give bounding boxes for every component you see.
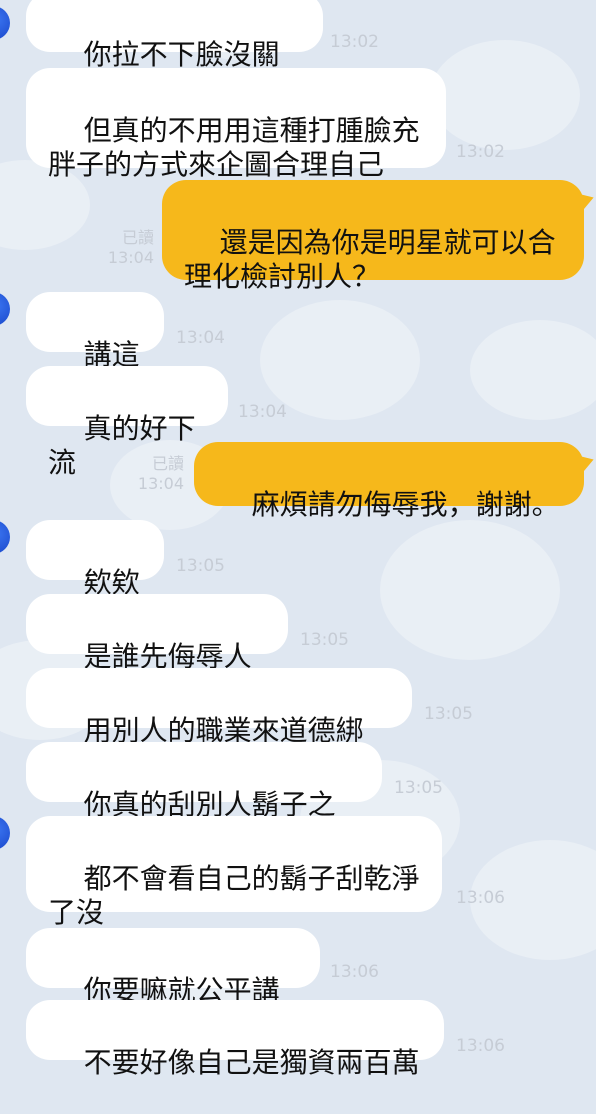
message-time: 13:04 (176, 328, 225, 348)
message-bubble[interactable]: 不要好像自己是獨資兩百萬 (26, 1000, 444, 1079)
message-time: 13:06 (456, 888, 505, 908)
message-bubble[interactable]: 講這話 (26, 292, 164, 405)
message-text: 不要好像自己是獨資兩百萬 (83, 1046, 420, 1079)
message-time: 13:02 (330, 32, 379, 52)
read-receipt: 已讀 (151, 454, 184, 473)
message-bubble[interactable]: 用別人的職業來道德綁架 (26, 668, 412, 781)
message-time: 13:06 (456, 1036, 505, 1056)
message-time: 13:04 (107, 248, 154, 267)
message-text: 但真的不用用這種打腫臉充 胖子的方式來企圖合理自己 (48, 114, 420, 181)
message-time: 13:05 (394, 778, 443, 798)
message-bubble[interactable]: 但真的不用用這種打腫臉充 胖子的方式來企圖合理自己 (26, 68, 446, 181)
read-receipt: 已讀 (121, 228, 154, 247)
message-time: 13:06 (330, 962, 379, 982)
message-bubble[interactable]: 你拉不下臉沒關係 (26, 0, 323, 105)
message-bubble[interactable]: 麻煩請勿侮辱我，謝謝。 (194, 442, 584, 521)
message-time: 13:02 (456, 142, 505, 162)
message-bubble[interactable]: 欸欸欸 (26, 520, 164, 633)
message-bubble[interactable]: 你要嘛就公平講話 (26, 928, 320, 1041)
message-bubble[interactable]: 是誰先侮辱人啊 (26, 594, 288, 707)
message-bubble[interactable]: 你真的刮別人鬍子之前 (26, 742, 382, 855)
message-text: 麻煩請勿侮辱我，謝謝。 (251, 488, 560, 521)
message-bubble[interactable]: 都不會看自己的鬍子刮乾淨 了沒 (26, 816, 442, 929)
message-time: 13:05 (300, 630, 349, 650)
message-time: 13:05 (176, 556, 225, 576)
message-bubble[interactable]: 還是因為你是明星就可以合 理化檢討別人？ (162, 180, 584, 293)
message-bubble[interactable]: 真的好下流 (26, 366, 228, 479)
message-time: 13:05 (424, 704, 473, 724)
message-time: 13:04 (137, 474, 184, 493)
message-time: 13:04 (238, 402, 287, 422)
